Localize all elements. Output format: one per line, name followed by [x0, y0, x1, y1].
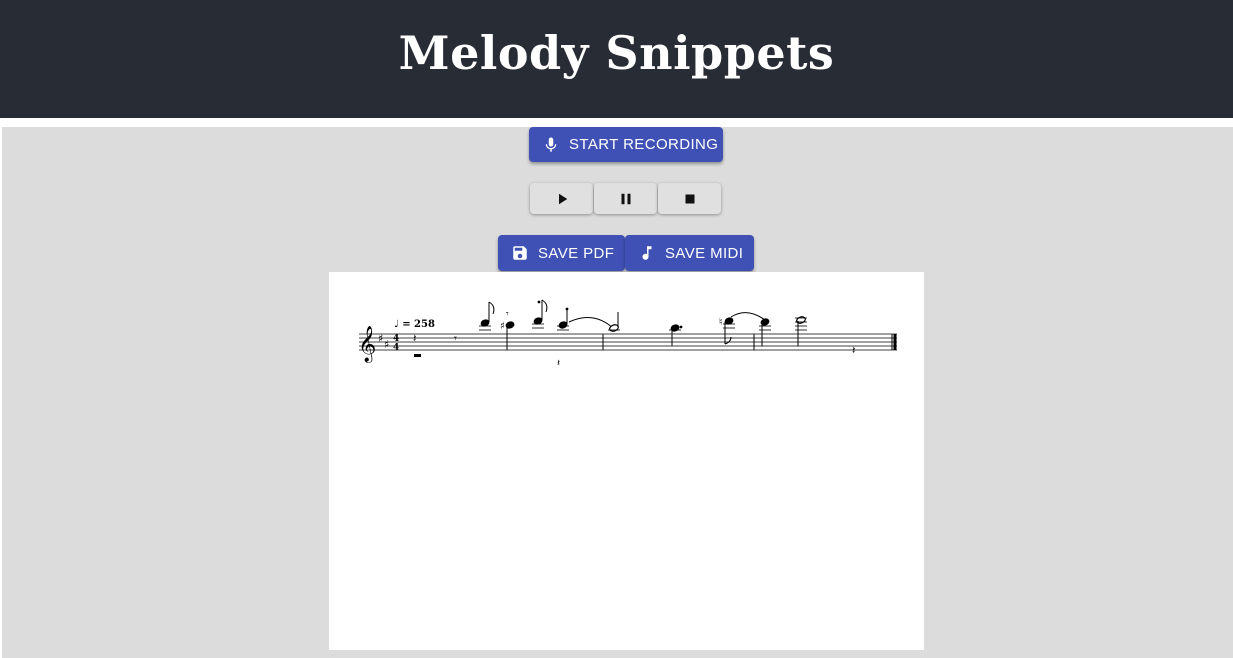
- svg-text:𝄽: 𝄽: [557, 358, 560, 369]
- svg-text:𝄽: 𝄽: [852, 344, 855, 357]
- play-icon: [553, 190, 571, 208]
- microphone-icon: [542, 136, 560, 154]
- stop-button[interactable]: [658, 183, 721, 214]
- tempo-marking: ♩ = 258: [394, 319, 435, 330]
- pause-icon: [617, 190, 635, 208]
- notes: ♯ 𝄾 𝄽 ♮ 𝄽: [479, 299, 897, 369]
- svg-text:𝄾: 𝄾: [506, 309, 509, 320]
- sharp-icon: ♯: [384, 338, 389, 351]
- pause-button[interactable]: [594, 183, 657, 214]
- sharp-icon: ♯: [378, 332, 383, 345]
- eighth-rest: 𝄾: [454, 332, 457, 345]
- save-midi-label: SAVE MIDI: [665, 244, 744, 262]
- quarter-rest: 𝄽: [413, 332, 416, 345]
- music-note-icon: [638, 244, 656, 262]
- save-pdf-label: SAVE PDF: [538, 244, 615, 262]
- score-svg: 𝄞 ♯ ♯ 4 4 ♩ = 258 𝄽 𝄾 ♯ 𝄾 𝄽 ♮ 𝄽: [358, 299, 897, 369]
- half-rest: [414, 354, 421, 357]
- time-sig-bottom: 4: [393, 343, 399, 353]
- staff: [359, 333, 897, 351]
- svg-text:♯: ♯: [500, 321, 505, 332]
- app-title: Melody Snippets: [398, 26, 835, 80]
- start-recording-button[interactable]: START RECORDING: [529, 127, 723, 162]
- main-panel: START RECORDING SAVE PDF SAVE MIDI 𝄞 ♯ ♯…: [2, 127, 1233, 658]
- app-header: Melody Snippets: [0, 0, 1233, 118]
- start-recording-label: START RECORDING: [569, 136, 719, 153]
- svg-text:♮: ♮: [719, 317, 723, 328]
- sheet-music: 𝄞 ♯ ♯ 4 4 ♩ = 258 𝄽 𝄾 ♯ 𝄾 𝄽 ♮ 𝄽: [329, 272, 924, 650]
- play-button[interactable]: [530, 183, 593, 214]
- stop-icon: [681, 190, 699, 208]
- save-midi-button[interactable]: SAVE MIDI: [625, 235, 754, 271]
- treble-clef-icon: 𝄞: [358, 326, 376, 363]
- floppy-disk-icon: [511, 244, 529, 262]
- save-pdf-button[interactable]: SAVE PDF: [498, 235, 625, 271]
